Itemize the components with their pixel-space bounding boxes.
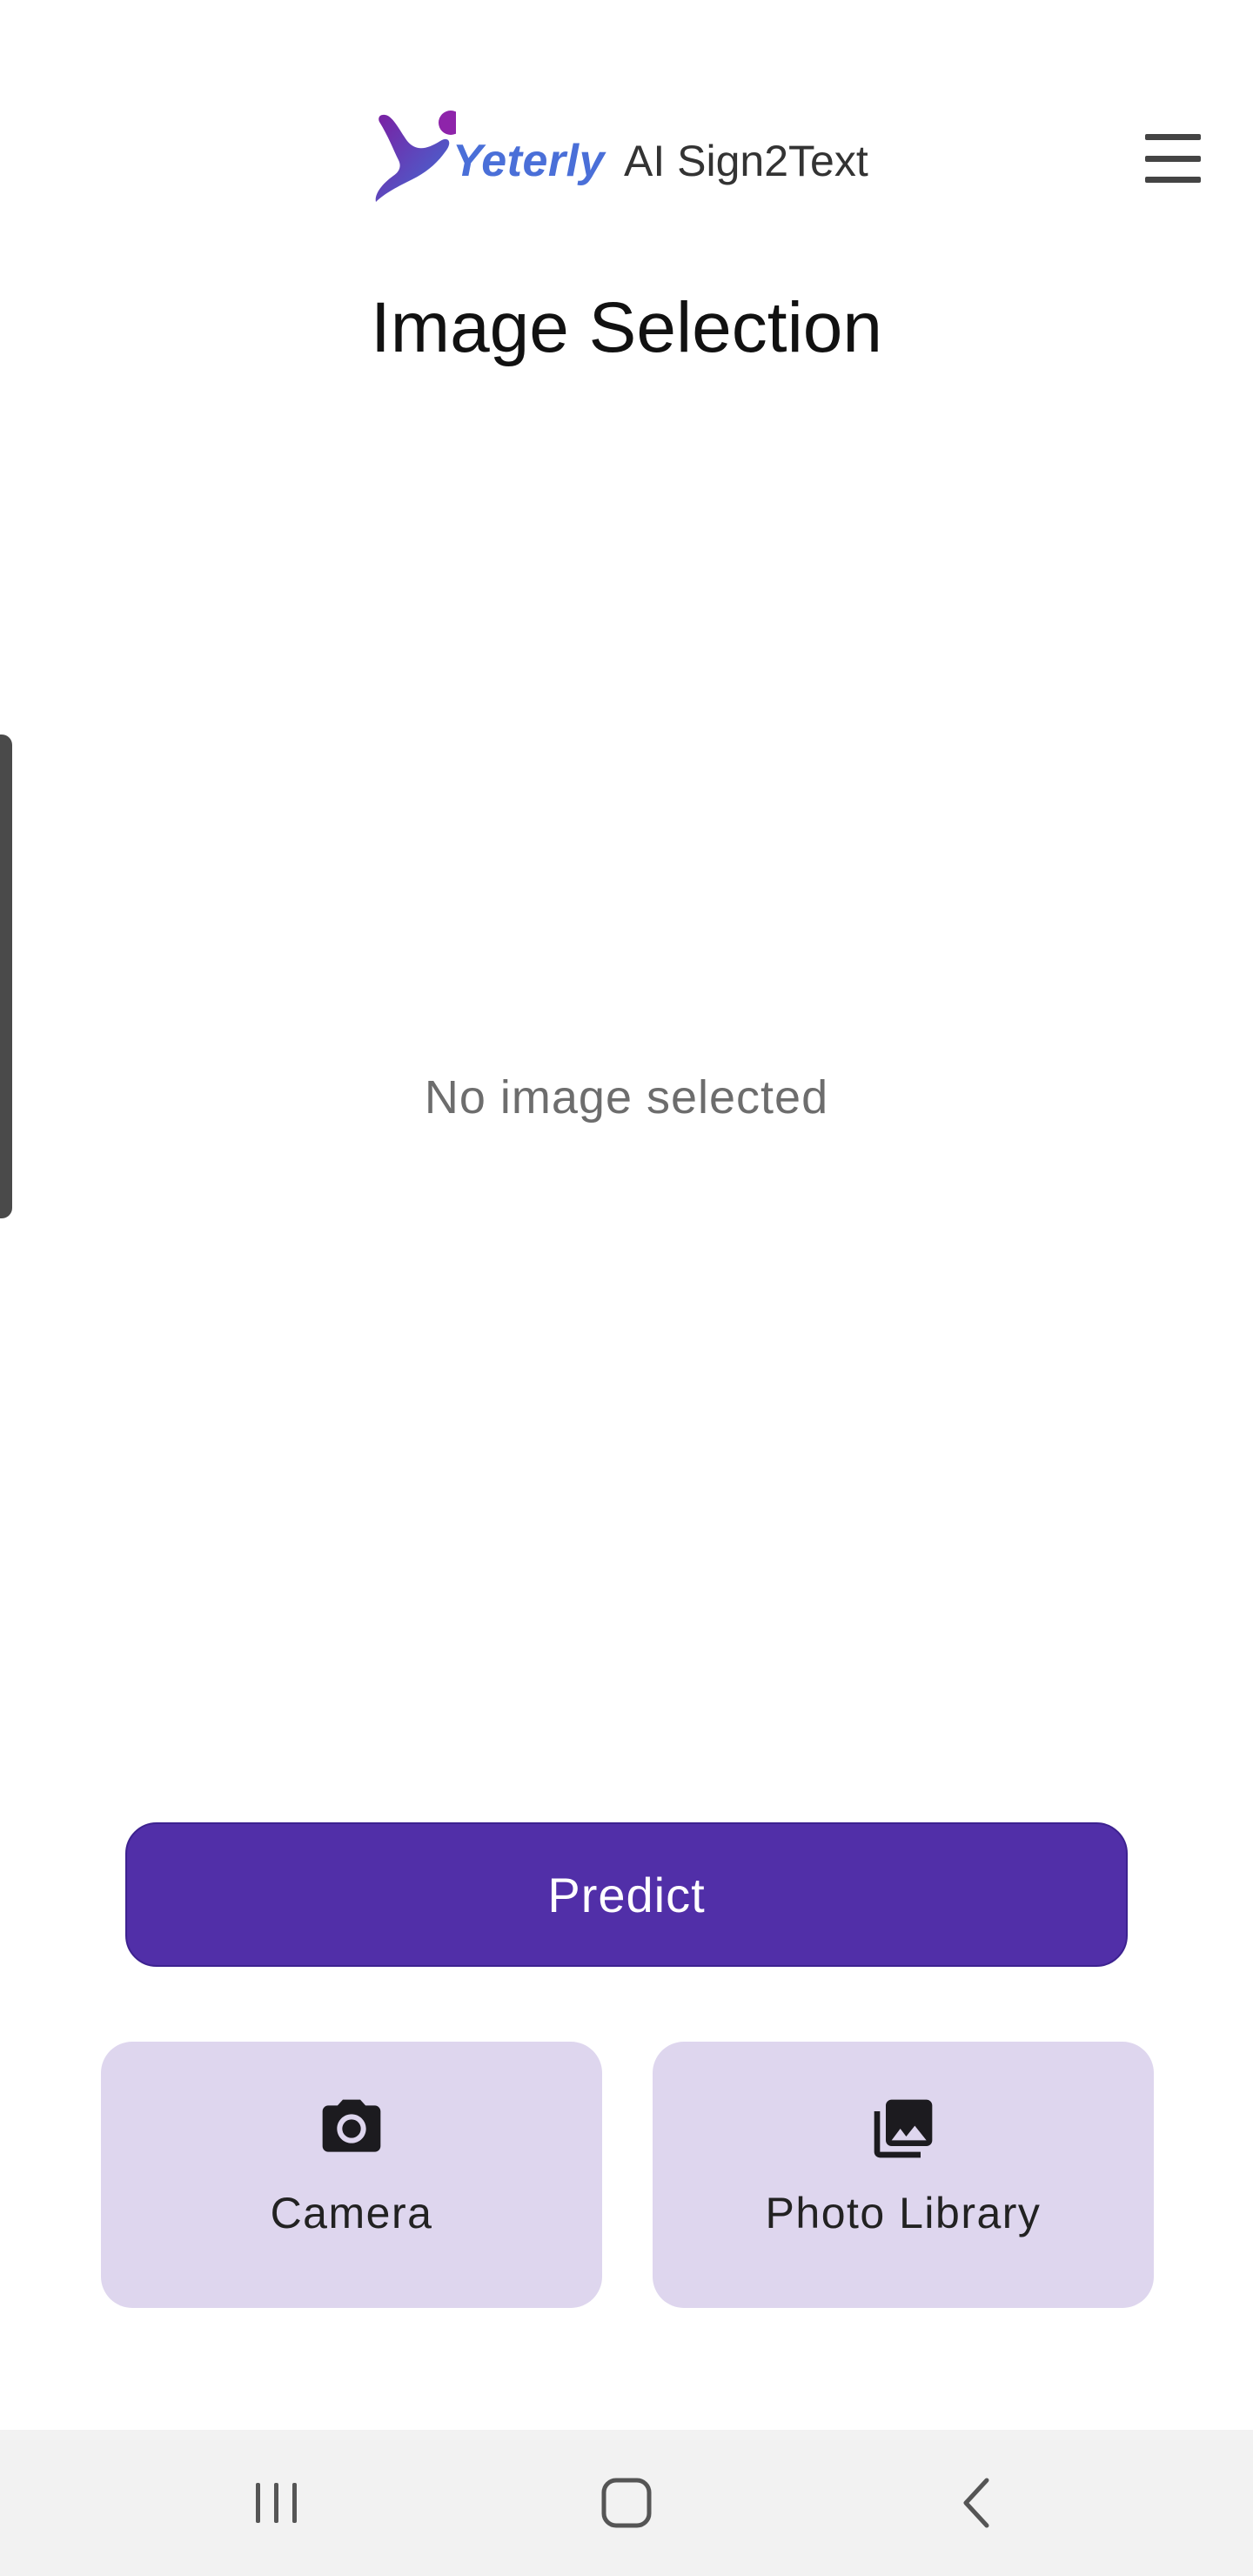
predict-button-label: Predict [547, 1867, 706, 1922]
hamburger-menu-icon-line [1145, 177, 1201, 183]
app-logo: Yeterly AI Sign2Text [372, 103, 868, 207]
back-button[interactable] [907, 2430, 1046, 2576]
yeterly-logo-icon [375, 111, 456, 202]
recents-button[interactable] [207, 2430, 346, 2576]
page-title: Image Selection [370, 288, 882, 367]
home-icon [601, 2478, 652, 2528]
edge-panel-handle[interactable] [0, 735, 12, 1218]
recents-icon [256, 2483, 297, 2523]
back-icon [963, 2478, 989, 2528]
camera-label: Camera [270, 2189, 433, 2237]
menu-button[interactable] [1145, 134, 1208, 183]
hamburger-menu-icon [1145, 134, 1201, 140]
hamburger-menu-icon-line [1145, 155, 1201, 162]
logo-product-text: AI Sign2Text [624, 137, 868, 185]
photo-library-icon [874, 2099, 933, 2158]
system-navigation-bar [0, 2430, 1253, 2576]
logo-brand-text: Yeterly [452, 136, 606, 186]
predict-button[interactable]: Predict [125, 1822, 1128, 1967]
image-selection-screen: Yeterly AI Sign2Text Image Selection No … [0, 0, 1253, 2576]
photo-library-label: Photo Library [765, 2189, 1042, 2237]
camera-button[interactable]: Camera [101, 2042, 602, 2308]
empty-state-text: No image selected [424, 1071, 829, 1124]
home-button[interactable] [557, 2430, 696, 2576]
camera-icon [322, 2099, 381, 2152]
photo-library-button[interactable]: Photo Library [653, 2042, 1154, 2308]
app-header: Yeterly AI Sign2Text [0, 0, 1253, 252]
